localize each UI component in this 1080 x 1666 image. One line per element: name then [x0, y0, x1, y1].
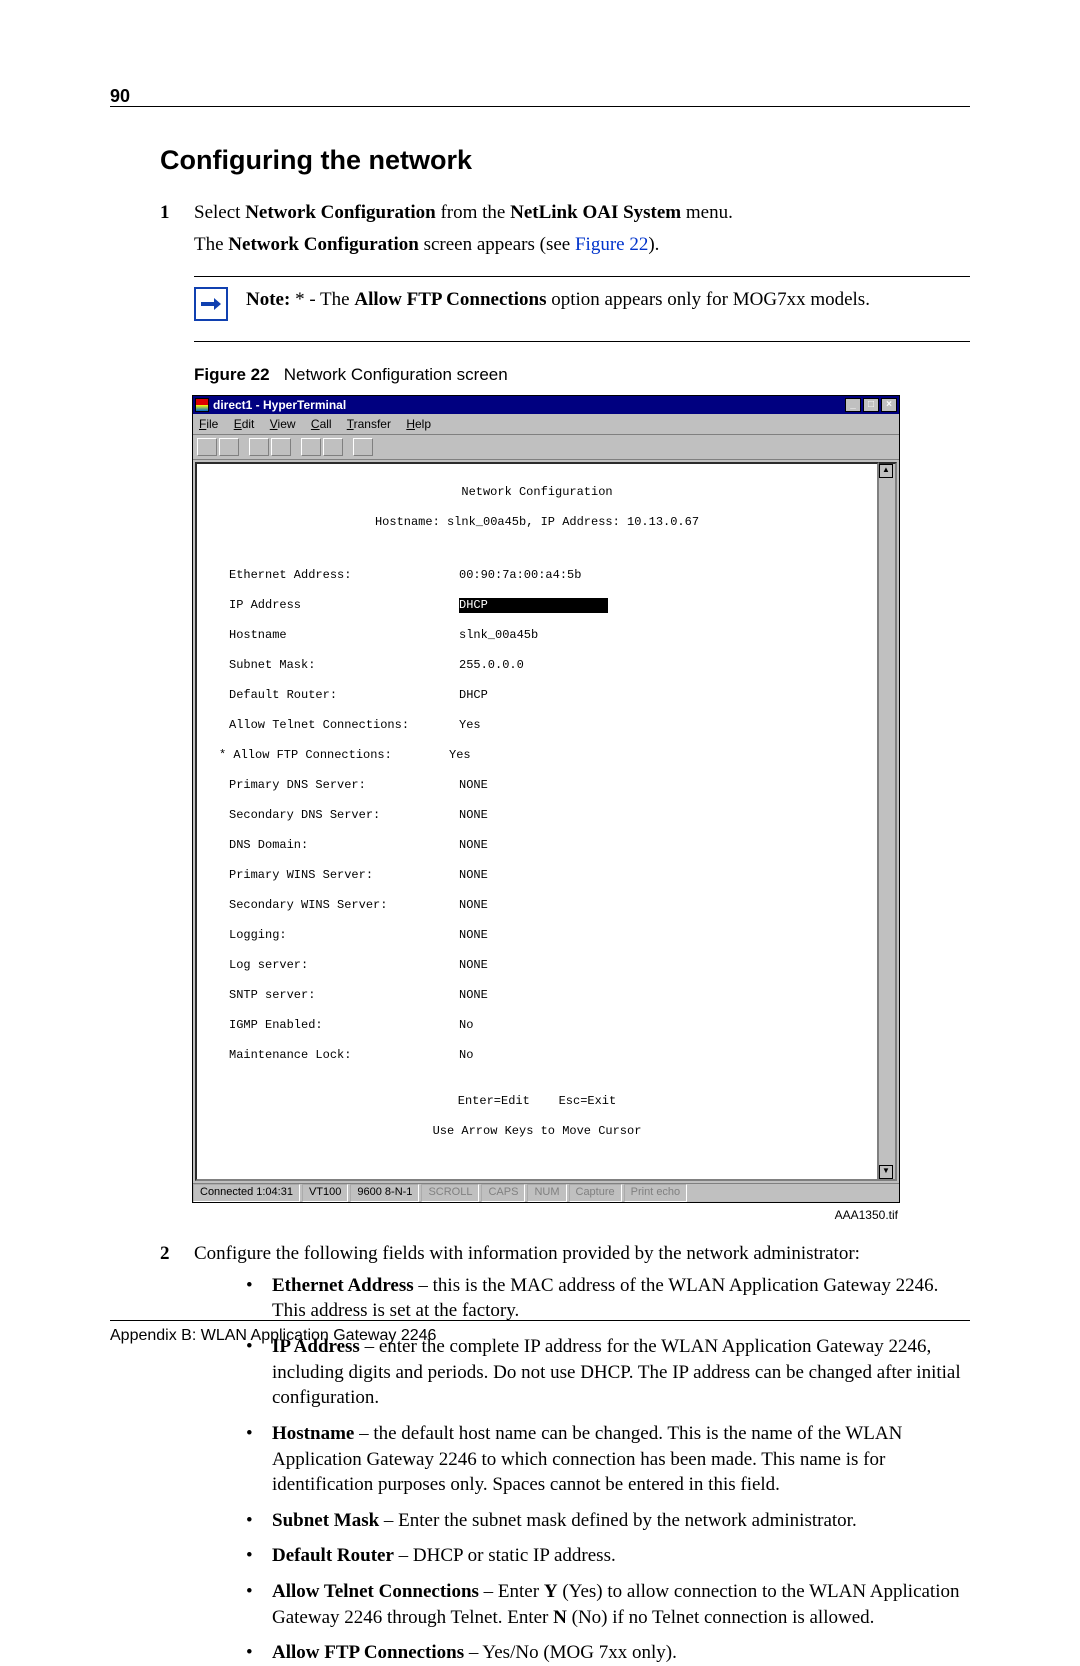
menu-call[interactable]: Call	[311, 417, 332, 431]
toolbar-hangup-icon[interactable]	[271, 438, 291, 456]
step-1: Select Network Configuration from the Ne…	[160, 200, 970, 1223]
scrollbar[interactable]: ▲ ▼	[879, 462, 897, 1181]
close-button[interactable]: ×	[881, 398, 897, 412]
step2-intro: Configure the following fields with info…	[194, 1243, 860, 1264]
note-text: Note: * - The Allow FTP Connections opti…	[246, 287, 870, 313]
bullet-hostname: Hostname – the default host name can be …	[244, 1421, 970, 1498]
toolbar-send-icon[interactable]	[301, 438, 321, 456]
status-echo: Print echo	[624, 1184, 688, 1202]
step1-text: Select Network Configuration from the Ne…	[194, 202, 733, 223]
status-scroll: SCROLL	[421, 1184, 479, 1202]
term-footer-2: Use Arrow Keys to Move Cursor	[205, 1124, 869, 1139]
bullet-allow-ftp: Allow FTP Connections – Yes/No (MOG 7xx …	[244, 1640, 970, 1666]
note-arrow-icon	[194, 287, 228, 321]
footer-rule	[110, 1320, 970, 1321]
status-caps: CAPS	[481, 1184, 525, 1202]
menu-transfer[interactable]: Transfer	[347, 417, 391, 431]
note-block: Note: * - The Allow FTP Connections opti…	[194, 276, 970, 342]
term-title: Network Configuration	[205, 485, 869, 500]
hyperterminal-window: direct1 - HyperTerminal _ □ × File Edit …	[192, 395, 900, 1203]
page-number: 90	[110, 84, 130, 108]
toolbar-open-icon[interactable]	[219, 438, 239, 456]
scroll-down-icon[interactable]: ▼	[879, 1165, 893, 1179]
toolbar-receive-icon[interactable]	[323, 438, 343, 456]
status-emulation: VT100	[302, 1184, 348, 1202]
toolbar-call-icon[interactable]	[249, 438, 269, 456]
statusbar: Connected 1:04:31 VT100 9600 8-N-1 SCROL…	[193, 1183, 899, 1202]
bullet-default-router: Default Router – DHCP or static IP addre…	[244, 1543, 970, 1569]
term-subtitle: Hostname: slnk_00a45b, IP Address: 10.13…	[205, 515, 869, 530]
toolbar-new-icon[interactable]	[197, 438, 217, 456]
figure-22-link[interactable]: Figure 22	[575, 234, 648, 255]
status-connected: Connected 1:04:31	[193, 1184, 300, 1202]
scroll-up-icon[interactable]: ▲	[879, 464, 893, 478]
terminal-area[interactable]: Network Configuration Hostname: slnk_00a…	[195, 462, 879, 1181]
image-id: AAA1350.tif	[192, 1207, 898, 1223]
bullet-ethernet-address: Ethernet Address – this is the MAC addre…	[244, 1273, 970, 1324]
step-2: Configure the following fields with info…	[160, 1241, 970, 1666]
titlebar: direct1 - HyperTerminal _ □ ×	[193, 396, 899, 414]
toolbar	[193, 435, 899, 460]
menu-view[interactable]: View	[270, 417, 296, 431]
window-title: direct1 - HyperTerminal	[213, 397, 845, 413]
menu-help[interactable]: Help	[406, 417, 431, 431]
selected-field[interactable]: DHCP	[459, 598, 608, 613]
maximize-button[interactable]: □	[863, 398, 879, 412]
menu-edit[interactable]: Edit	[234, 417, 255, 431]
status-capture: Capture	[569, 1184, 622, 1202]
menu-file[interactable]: File	[199, 417, 218, 431]
footer-text: Appendix B: WLAN Application Gateway 224…	[110, 1325, 436, 1347]
minimize-button[interactable]: _	[845, 398, 861, 412]
top-rule	[110, 106, 970, 107]
app-icon	[195, 398, 209, 412]
status-port: 9600 8-N-1	[350, 1184, 419, 1202]
bullet-allow-telnet: Allow Telnet Connections – Enter Y (Yes)…	[244, 1579, 970, 1630]
status-num: NUM	[527, 1184, 566, 1202]
menubar[interactable]: File Edit View Call Transfer Help	[193, 414, 899, 435]
figure-caption: Figure 22 Network Configuration screen	[194, 364, 970, 387]
term-footer-1: Enter=Edit Esc=Exit	[205, 1094, 869, 1109]
toolbar-properties-icon[interactable]	[353, 438, 373, 456]
section-heading: Configuring the network	[160, 142, 970, 178]
bullet-subnet-mask: Subnet Mask – Enter the subnet mask defi…	[244, 1508, 970, 1534]
